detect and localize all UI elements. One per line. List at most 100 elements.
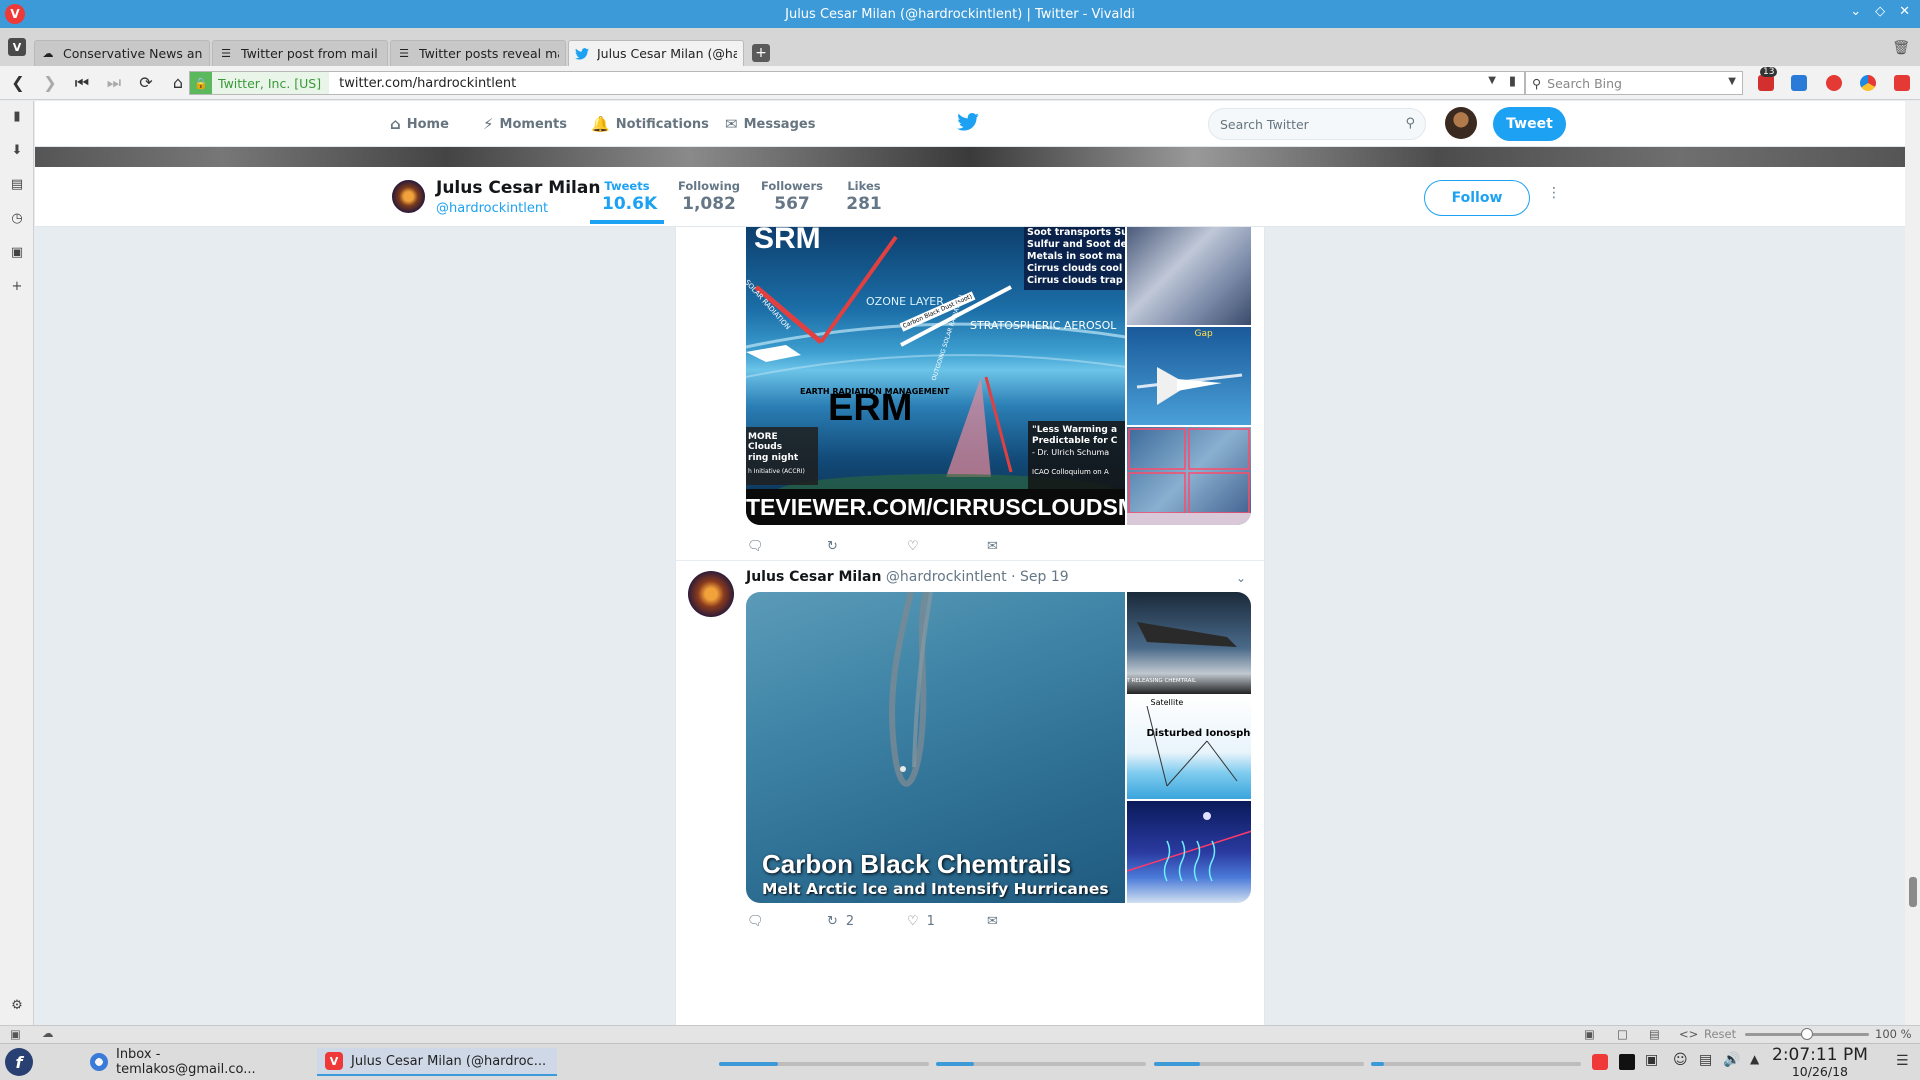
tweet-button[interactable]: Tweet	[1493, 107, 1566, 141]
add-panel-icon[interactable]: +	[9, 279, 25, 295]
nav-moments[interactable]: ⚡ Moments	[483, 115, 567, 133]
search-bing-input[interactable]: ⚲ Search Bing ▼	[1525, 71, 1743, 95]
nav-messages[interactable]: ✉ Messages	[725, 115, 815, 133]
stat-following[interactable]: Following 1,082	[676, 179, 742, 214]
notes-panel-icon[interactable]: ▤	[9, 177, 25, 193]
forward-icon[interactable]: ❯	[36, 73, 64, 92]
window-panel-icon[interactable]: ▣	[9, 245, 25, 261]
reply-icon[interactable]: 🗨	[747, 539, 827, 554]
mail-extension-icon[interactable]	[1758, 75, 1774, 91]
user-avatar[interactable]	[1445, 107, 1477, 139]
tray-clipboard-icon[interactable]: ▤	[1699, 1052, 1712, 1068]
taskbar-item-thunderbird[interactable]: Inbox - temlakos@gmail.co...	[82, 1047, 312, 1077]
more-options-icon[interactable]: ⋮	[1547, 185, 1561, 201]
stat-followers[interactable]: Followers 567	[759, 179, 825, 214]
screenshot-icon[interactable]: ▣	[1584, 1027, 1595, 1041]
tab-twitter-posts-reveal[interactable]: ☰ Twitter posts reveal mail	[390, 40, 566, 66]
search-icon[interactable]: ⚲	[1405, 116, 1415, 131]
certificate-label[interactable]: Twitter, Inc. [US]	[212, 72, 330, 94]
tab-julus-cesar-milan[interactable]: Julus Cesar Milan (@harc	[568, 40, 744, 66]
profile-handle[interactable]: @hardrockintlent	[436, 201, 548, 216]
fedora-logo-icon[interactable]: f	[5, 1048, 33, 1076]
bookmarks-panel-icon[interactable]: ▮	[9, 109, 25, 125]
back-icon[interactable]: ❮	[4, 73, 32, 92]
rewind-icon[interactable]: ⏮	[68, 73, 96, 93]
media-thumb-ionosphere[interactable]: Satellite Disturbed Ionosphere	[1126, 696, 1251, 799]
tab-twitter-post-mail[interactable]: ☰ Twitter post from mail bo	[212, 40, 388, 66]
tweet-author-handle[interactable]: @hardrockintlent	[886, 569, 1007, 585]
tile-icon[interactable]: □	[1617, 1027, 1628, 1041]
tab-conservative-news[interactable]: ☁ Conservative News and V	[34, 40, 210, 66]
twitter-bird-icon[interactable]	[957, 113, 979, 131]
like-button[interactable]: ♡	[907, 539, 987, 554]
retweet-button[interactable]: ↻ 2	[827, 914, 907, 929]
media-thumb-grid[interactable]	[1126, 427, 1251, 525]
image-icon[interactable]: ▤	[1649, 1027, 1660, 1041]
retweet-button[interactable]: ↻	[827, 539, 907, 554]
workspace-progress[interactable]	[719, 1062, 929, 1066]
media-thumb-waves[interactable]	[1126, 800, 1251, 903]
workspace-progress[interactable]	[1154, 1062, 1364, 1066]
tweet-media-grid[interactable]: SRM SOLAR RADIATION OZONE LAYER Carbon B…	[746, 227, 1251, 525]
like-button[interactable]: ♡ 1	[907, 914, 987, 929]
close-icon[interactable]: ✕	[1899, 4, 1910, 19]
panel-toggle-icon[interactable]: ▣	[10, 1027, 21, 1041]
chart-extension-icon[interactable]	[1791, 75, 1807, 91]
extension-icon[interactable]	[1894, 75, 1910, 91]
zoom-slider[interactable]	[1745, 1028, 1869, 1040]
tray-expand-icon[interactable]: ▲	[1750, 1052, 1759, 1066]
downloads-panel-icon[interactable]: ⬇	[9, 143, 25, 159]
history-panel-icon[interactable]: ◷	[9, 211, 25, 227]
workspace-progress[interactable]	[936, 1062, 1146, 1066]
workspace-progress[interactable]	[1371, 1062, 1581, 1066]
stat-tweets[interactable]: Tweets 10.6K	[590, 179, 664, 224]
profile-avatar[interactable]	[390, 178, 427, 215]
stat-likes[interactable]: Likes 281	[844, 179, 884, 214]
taskbar-clock[interactable]: 2:07:11 PM 10/26/18	[1772, 1046, 1868, 1078]
reply-icon[interactable]: 🗨	[747, 914, 827, 929]
tweet-media-main[interactable]: Carbon Black Chemtrails Melt Arctic Ice …	[746, 592, 1125, 903]
vivaldi-menu-icon[interactable]: V	[8, 38, 26, 56]
tray-terminal-icon[interactable]	[1619, 1054, 1635, 1070]
media-thumb-plane[interactable]: Gap	[1126, 327, 1251, 425]
tweet-avatar[interactable]	[688, 571, 734, 617]
nav-home[interactable]: ⌂ Home	[390, 115, 449, 133]
media-thumb-jet[interactable]: T RELEASING CHEMTRAIL	[1126, 592, 1251, 695]
cloud-sync-icon[interactable]: ☁	[42, 1026, 54, 1040]
tray-vivaldi-icon[interactable]	[1592, 1054, 1608, 1070]
twitter-search-input[interactable]: Search Twitter ⚲	[1208, 108, 1426, 140]
tweet-date[interactable]: Sep 19	[1020, 569, 1069, 585]
adblock-icon[interactable]	[1826, 75, 1842, 91]
tweet-author-name[interactable]: Julus Cesar Milan	[746, 569, 881, 585]
tray-volume-icon[interactable]: 🔊	[1723, 1052, 1740, 1068]
url-bar[interactable]: 🔒 Twitter, Inc. [US] twitter.com/hardroc…	[189, 71, 1525, 95]
maximize-icon[interactable]: ◇	[1875, 4, 1885, 19]
nav-notifications[interactable]: 🔔 Notifications	[591, 115, 709, 133]
media-thumb-satellite[interactable]	[1126, 227, 1251, 325]
follow-button[interactable]: Follow	[1424, 180, 1530, 216]
color-extension-icon[interactable]	[1860, 75, 1876, 91]
profile-name[interactable]: Julus Cesar Milan	[436, 178, 600, 198]
url-text[interactable]: twitter.com/hardrockintlent	[329, 76, 516, 91]
code-icon[interactable]: <>	[1679, 1027, 1698, 1041]
settings-gear-icon[interactable]: ⚙	[9, 998, 25, 1014]
page-scrollbar[interactable]	[1905, 101, 1920, 1025]
tweet-media-side[interactable]: T RELEASING CHEMTRAIL Satellite Disturbe…	[1126, 592, 1251, 903]
home-icon[interactable]: ⌂	[164, 73, 192, 92]
minimize-icon[interactable]: ⌄	[1850, 4, 1861, 19]
zoom-reset-button[interactable]: Reset	[1704, 1027, 1736, 1041]
new-tab-icon[interactable]: +	[752, 44, 770, 62]
dm-envelope-icon[interactable]: ✉	[987, 539, 998, 554]
scrollbar-thumb[interactable]	[1909, 877, 1917, 907]
tweet-menu-chevron-down-icon[interactable]: ⌄	[1236, 571, 1246, 585]
trash-icon[interactable]: 🗑	[1892, 40, 1910, 56]
tweet-media-grid[interactable]: Carbon Black Chemtrails Melt Arctic Ice …	[746, 592, 1251, 903]
tray-display-icon[interactable]: ▣	[1645, 1052, 1658, 1068]
lock-icon[interactable]: 🔒	[190, 72, 212, 94]
url-dropdown-icon[interactable]: ▼	[1488, 75, 1496, 86]
search-dropdown-icon[interactable]: ▼	[1728, 76, 1736, 87]
dm-envelope-icon[interactable]: ✉	[987, 914, 998, 929]
taskbar-item-vivaldi[interactable]: V Julus Cesar Milan (@hardroc...	[317, 1048, 557, 1076]
bookmark-icon[interactable]: ▮	[1509, 74, 1516, 89]
tweet-media-main[interactable]: SRM SOLAR RADIATION OZONE LAYER Carbon B…	[746, 227, 1125, 525]
